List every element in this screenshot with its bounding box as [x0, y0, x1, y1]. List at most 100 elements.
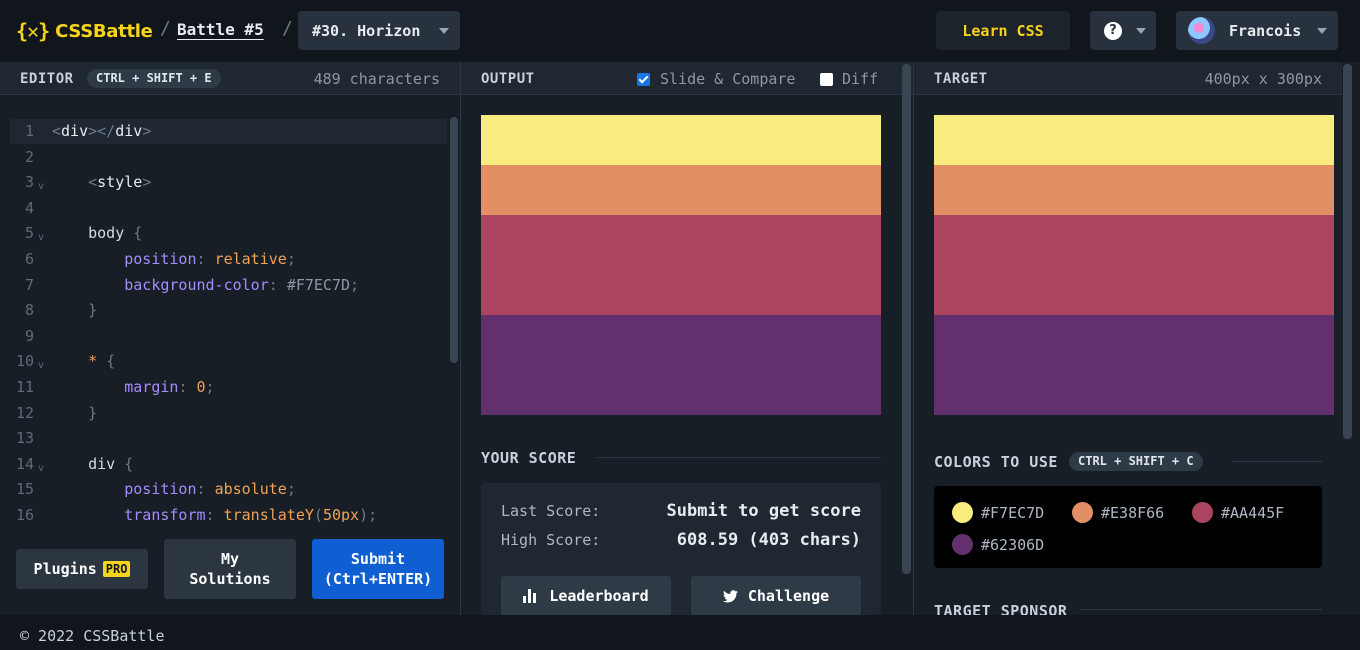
help-menu-button[interactable]: ? [1090, 11, 1156, 50]
chevron-down-icon [1317, 28, 1327, 34]
code-line[interactable]: 9 [10, 324, 447, 349]
code-line[interactable]: 16 transform: translateY(50px); [10, 503, 447, 522]
code-editor[interactable]: 1 <div></div> 2 3 v <style> 4 5 v body {6 posit… [10, 119, 447, 522]
character-count: 489 characters [313, 70, 440, 88]
line-number: 4 [24, 198, 34, 217]
color-dot [1072, 502, 1093, 523]
line-number: 13 [15, 429, 34, 448]
color-hex: #E38F66 [1101, 503, 1165, 522]
color-swatch[interactable]: #AA445F [1192, 502, 1284, 523]
code-line[interactable]: 1 <div></div> [10, 119, 447, 144]
my-solutions-button[interactable]: My Solutions [164, 539, 296, 599]
section-rule [1080, 609, 1322, 610]
output-band-purple [481, 315, 881, 415]
color-swatch[interactable]: #E38F66 [1072, 502, 1164, 523]
target-header: TARGET 400px x 300px [914, 62, 1342, 95]
user-name: Francois [1229, 22, 1302, 40]
color-dot [1192, 502, 1213, 523]
code-line[interactable]: 13 [10, 426, 447, 451]
color-hex: #62306D [981, 535, 1045, 554]
high-score-value: 608.59 (403 chars) [676, 530, 861, 550]
editor-header: EDITOR CTRL + SHIFT + E 489 characters [0, 62, 460, 95]
plugins-label: Plugins [33, 560, 97, 578]
cssbattle-logo[interactable]: {✕} CSSBattle [16, 17, 153, 45]
code-text: <style> [88, 173, 152, 192]
output-header: OUTPUT Slide & Compare Diff [461, 62, 913, 95]
section-rule [597, 457, 881, 458]
code-text: margin: 0; [124, 378, 215, 396]
learn-css-button[interactable]: Learn CSS [936, 11, 1070, 50]
plugins-button[interactable]: Plugins PRO [16, 549, 148, 589]
output-scrollbar[interactable] [902, 64, 911, 574]
line-number: 12 [15, 403, 34, 422]
target-band-orange [934, 165, 1334, 215]
leaderboard-button[interactable]: Leaderboard [501, 576, 671, 616]
code-line[interactable]: 14 v div { [10, 452, 447, 477]
code-line[interactable]: 2 [10, 145, 447, 170]
help-icon: ? [1104, 22, 1122, 40]
target-band-yellow [934, 115, 1334, 165]
top-bar: {✕} CSSBattle / Battle #5 / #30. Horizon… [0, 0, 1360, 62]
panel-divider [913, 62, 914, 615]
high-score-label: High Score: [501, 531, 601, 549]
user-menu-button[interactable]: Francois [1176, 11, 1338, 50]
target-size: 400px x 300px [1204, 70, 1322, 88]
code-text: body { [52, 224, 143, 243]
footer: © 2022 CSSBattle [0, 615, 1360, 650]
color-dot [952, 534, 973, 555]
code-text: position: absolute; [124, 480, 296, 499]
target-canvas [934, 115, 1334, 415]
panel-divider [460, 62, 461, 615]
breadcrumb-separator: / [160, 18, 171, 39]
diff-label[interactable]: Diff [842, 70, 878, 88]
last-score-value: Submit to get score [666, 501, 861, 521]
color-swatch[interactable]: #F7EC7D [952, 502, 1044, 523]
section-rule [1232, 461, 1322, 462]
output-title: OUTPUT [481, 71, 535, 87]
code-line[interactable]: 11 margin: 0; [10, 375, 447, 400]
code-text: div { [52, 454, 134, 473]
line-number: 16 [15, 506, 34, 522]
line-number: 1 [24, 122, 34, 140]
editor-panel: 1 <div></div> 2 3 v <style> 4 5 v body {6 posit… [0, 95, 460, 615]
code-line[interactable]: 15 position: absolute; [10, 477, 447, 502]
code-line[interactable]: 6 position: relative; [10, 247, 447, 272]
line-number: 2 [24, 147, 34, 166]
submit-button[interactable]: Submit (Ctrl+ENTER) [312, 539, 444, 599]
pro-badge: PRO [102, 561, 131, 577]
your-score-title: YOUR SCORE [481, 449, 577, 467]
editor-scrollbar[interactable] [450, 117, 458, 363]
color-dot [952, 502, 973, 523]
code-text: } [88, 301, 98, 320]
color-swatch[interactable]: #62306D [952, 534, 1044, 555]
output-canvas[interactable] [481, 115, 881, 415]
diff-checkbox[interactable] [820, 73, 833, 86]
code-text: } [88, 403, 98, 422]
target-scrollbar[interactable] [1343, 64, 1352, 439]
line-number: 3 [24, 173, 34, 192]
target-band-red [934, 215, 1334, 315]
line-number: 7 [24, 275, 34, 294]
breadcrumb-battle-link[interactable]: Battle #5 [177, 20, 264, 39]
color-hex: #F7EC7D [981, 503, 1045, 522]
code-text: background-color: #F7EC7D; [124, 275, 360, 294]
chevron-down-icon [439, 28, 449, 34]
code-line[interactable]: 12 } [10, 401, 447, 426]
code-line[interactable]: 5v body { [10, 221, 447, 246]
code-line[interactable]: 10 v * { [10, 349, 447, 374]
slide-compare-label[interactable]: Slide & Compare [660, 70, 795, 88]
code-line[interactable]: 7 background-color: #F7EC7D; [10, 273, 447, 298]
chevron-down-icon [1136, 28, 1146, 34]
editor-shortcut-badge: CTRL + SHIFT + E [87, 69, 221, 88]
challenge-button[interactable]: Challenge [691, 576, 861, 616]
line-number: 5 [24, 224, 34, 243]
slide-compare-checkbox[interactable] [637, 73, 650, 86]
target-title: TARGET [934, 71, 988, 87]
code-text: * { [88, 352, 116, 371]
output-band-yellow [481, 115, 881, 165]
code-line[interactable]: 4 [10, 196, 447, 221]
level-select[interactable]: #30. Horizon [298, 11, 460, 50]
code-line[interactable]: 8 } [10, 298, 447, 323]
code-line[interactable]: 3v <style> [10, 170, 447, 195]
line-number: 15 [15, 480, 34, 499]
